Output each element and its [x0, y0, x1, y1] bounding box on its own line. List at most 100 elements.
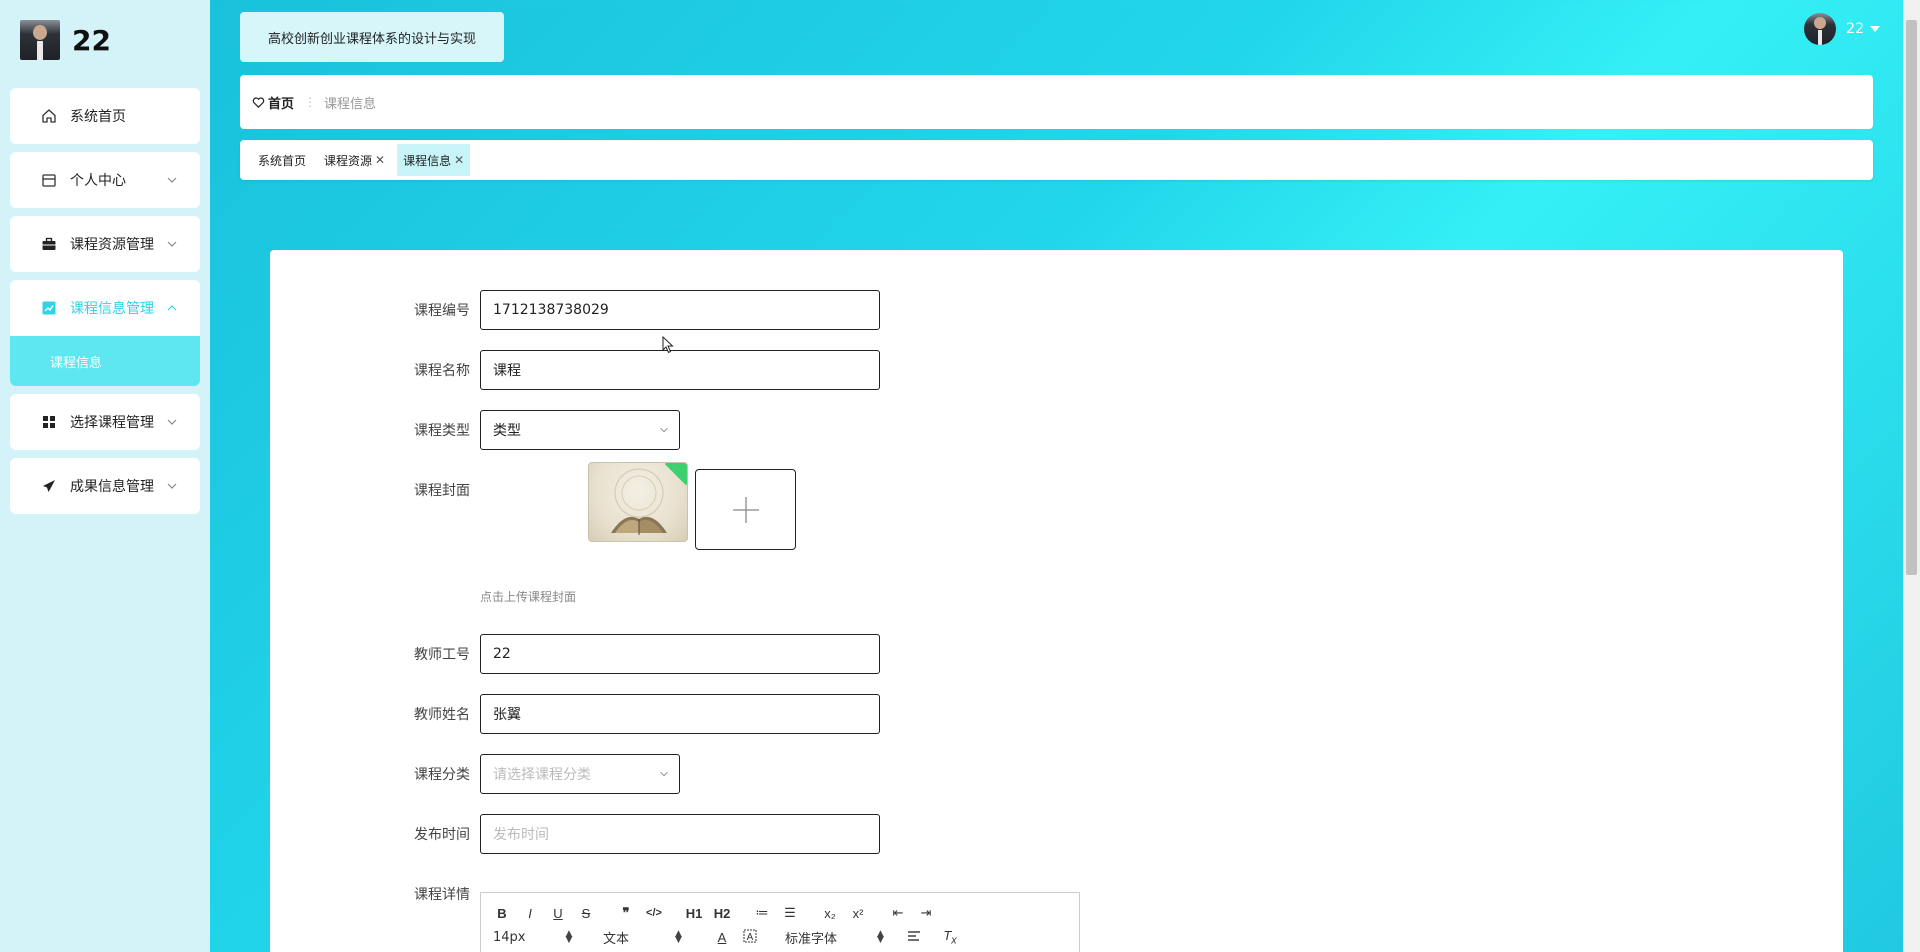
sidebar-item-label: 个人中心 [70, 173, 126, 189]
breadcrumb-home[interactable]: 首页 [252, 93, 294, 112]
sidebar-item-select-course[interactable]: 选择课程管理 [10, 394, 200, 450]
block-type-select[interactable]: 文本 ▲ ▼ [603, 928, 713, 947]
chevron-down-icon [660, 427, 668, 433]
h1-button[interactable]: H1 [685, 906, 703, 921]
chevron-down-icon [660, 771, 668, 777]
sidebar-item-home[interactable]: 系统首页 [10, 88, 200, 144]
category-placeholder: 请选择课程分类 [493, 767, 591, 783]
briefcase-icon [40, 235, 58, 253]
h2-button[interactable]: H2 [713, 906, 731, 921]
chart-icon [40, 299, 58, 317]
code-block-button[interactable]: </> [645, 907, 663, 919]
book-image [611, 468, 667, 535]
upload-cover-button[interactable] [695, 469, 796, 550]
submenu-label: 课程信息 [50, 355, 103, 371]
publish-time-placeholder: 发布时间 [493, 827, 549, 843]
brand-name: 22 [72, 23, 111, 57]
indent-button[interactable]: ⇥ [917, 905, 935, 921]
tab-course-info[interactable]: 课程信息 ✕ [397, 144, 471, 176]
blockquote-button[interactable]: ❞ [617, 905, 635, 921]
sidebar-item-course-info[interactable]: 课程信息管理 [10, 280, 200, 336]
user-name: 22 [1846, 21, 1864, 37]
cover-label: 课程封面 [414, 483, 470, 499]
heart-icon [252, 96, 265, 108]
ordered-list-button[interactable]: ≔ [753, 905, 771, 921]
chevron-down-icon [167, 241, 177, 247]
clear-format-icon[interactable]: Tx [941, 928, 959, 947]
course-type-select[interactable]: 类型 [480, 410, 680, 450]
course-name-value: 课程 [493, 363, 521, 379]
close-icon[interactable]: ✕ [454, 153, 464, 167]
bullet-list-button[interactable]: ☰ [781, 905, 799, 921]
font-family-value: 标准字体 [785, 931, 838, 947]
calendar-icon [40, 171, 58, 189]
rich-text-editor[interactable]: B I U S ❞ </> H1 H2 ≔ ☰ x₂ x² ⇤ ⇥ 14px ▲… [480, 892, 1080, 952]
breadcrumb-separator: ⋮ [304, 95, 317, 109]
chevron-up-icon [167, 305, 177, 311]
sidebar-subitem-course-info[interactable]: 课程信息 [10, 336, 200, 386]
caret-down-icon [1870, 26, 1880, 32]
breadcrumb: 首页 ⋮ 课程信息 [240, 75, 1873, 129]
font-family-select[interactable]: 标准字体 ▲ ▼ [785, 928, 905, 947]
send-icon [40, 477, 58, 495]
scrollbar-thumb[interactable] [1906, 20, 1917, 575]
editor-toolbar-row-2: 14px ▲ ▼ 文本 ▲ ▼ A A 标准字体 ▲ ▼ Tx [493, 927, 969, 947]
publish-time-input[interactable]: 发布时间 [480, 814, 880, 854]
breadcrumb-current: 课程信息 [324, 96, 377, 112]
plus-icon [732, 496, 759, 523]
course-name-input[interactable]: 课程 [480, 350, 880, 390]
align-icon[interactable] [905, 930, 923, 945]
cover-thumbnail[interactable] [588, 462, 688, 542]
sidebar-item-label: 系统首页 [70, 109, 126, 125]
page-scrollbar[interactable] [1903, 0, 1920, 952]
avatar [20, 20, 60, 60]
sidebar-item-resource[interactable]: 课程资源管理 [10, 216, 200, 272]
chevron-down-icon [167, 177, 177, 183]
tab-course-resource[interactable]: 课程资源 ✕ [318, 144, 391, 176]
underline-button[interactable]: U [549, 906, 567, 921]
editor-toolbar-row-1: B I U S ❞ </> H1 H2 ≔ ☰ x₂ x² ⇤ ⇥ [493, 903, 945, 923]
svg-text:A: A [747, 932, 754, 943]
superscript-button[interactable]: x² [849, 906, 867, 921]
sidebar-item-personal[interactable]: 个人中心 [10, 152, 200, 208]
bold-button[interactable]: B [493, 906, 511, 921]
mouse-cursor-icon [662, 336, 674, 354]
course-no-input[interactable]: 1712138738029 [480, 290, 880, 330]
chevron-down-icon [167, 419, 177, 425]
sidebar-item-achievement[interactable]: 成果信息管理 [10, 458, 200, 514]
italic-button[interactable]: I [521, 906, 539, 921]
close-icon[interactable]: ✕ [375, 153, 385, 167]
brand: 22 [20, 20, 111, 60]
sidebar-item-label: 选择课程管理 [70, 415, 154, 431]
home-icon [40, 107, 58, 125]
font-size-value: 14px [493, 929, 526, 945]
teacher-name-input[interactable]: 张翼 [480, 694, 880, 734]
tab-label: 系统首页 [258, 153, 307, 168]
teacher-name-value: 张翼 [493, 707, 521, 723]
tab-label: 课程资源 [324, 153, 373, 168]
subscript-button[interactable]: x₂ [821, 906, 839, 921]
sidebar: 22 系统首页 个人中心 课程资源管理 课程信息管理 课程信息 选择课程管理 成… [0, 0, 210, 952]
course-type-value: 类型 [493, 423, 521, 439]
tab-home[interactable]: 系统首页 [252, 144, 312, 176]
user-menu[interactable]: 22 [1804, 13, 1880, 45]
font-color-icon[interactable]: A [713, 930, 731, 945]
grid-icon [40, 413, 58, 431]
breadcrumb-home-label: 首页 [268, 96, 295, 112]
app-title: 高校创新创业课程体系的设计与实现 [240, 12, 504, 62]
tab-label: 课程信息 [403, 153, 452, 168]
category-select[interactable]: 请选择课程分类 [480, 754, 680, 794]
background-color-icon[interactable]: A [741, 929, 759, 946]
outdent-button[interactable]: ⇤ [889, 905, 907, 921]
chevron-down-icon [167, 483, 177, 489]
sidebar-item-label: 课程资源管理 [70, 237, 154, 253]
user-avatar [1804, 13, 1837, 45]
course-no-value: 1712138738029 [493, 302, 609, 318]
font-size-select[interactable]: 14px ▲ ▼ [493, 930, 603, 945]
sidebar-item-label: 课程信息管理 [70, 301, 154, 317]
teacher-no-input[interactable]: 22 [480, 634, 880, 674]
teacher-no-value: 22 [493, 646, 511, 662]
strike-button[interactable]: S [577, 906, 595, 921]
sort-arrows-icon: ▲ ▼ [565, 929, 573, 945]
block-type-value: 文本 [603, 931, 630, 947]
